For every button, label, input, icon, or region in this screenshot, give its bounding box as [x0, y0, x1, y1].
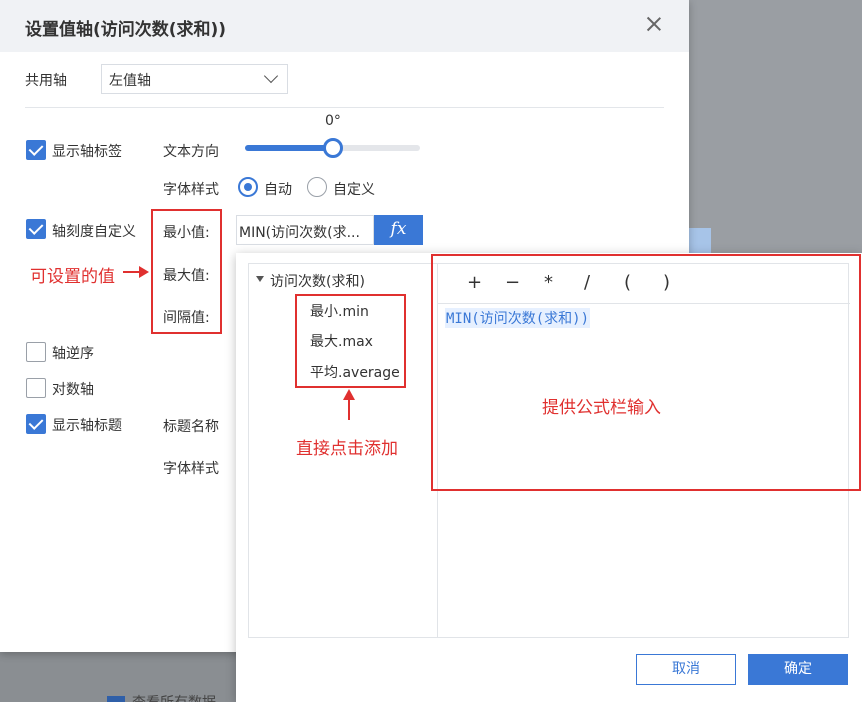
shared-axis-select[interactable]: 左值轴	[101, 64, 288, 94]
show-axis-label-checkbox[interactable]	[26, 140, 46, 160]
caret-down-icon[interactable]	[256, 276, 264, 282]
arrow-up-icon	[343, 389, 355, 400]
annotation-formula-input: 提供公式栏输入	[542, 398, 661, 418]
background-panel	[689, 0, 862, 253]
annotation-click-to-add: 直接点击添加	[296, 439, 398, 459]
arrow-right-icon	[139, 266, 149, 278]
annotation-settable-values: 可设置的值	[30, 267, 115, 287]
font-style-auto-radio[interactable]	[238, 177, 258, 197]
checkbox-icon[interactable]	[107, 696, 125, 702]
annotation-arrow-up	[348, 398, 350, 420]
slider-thumb[interactable]	[322, 138, 343, 158]
fx-button[interactable]: fx	[374, 215, 423, 245]
font-style-auto-label: 自动	[264, 182, 292, 198]
text-direction-label: 文本方向	[163, 144, 219, 160]
chevron-down-icon	[263, 68, 279, 84]
dialog-title: 设置值轴(访问次数(求和))	[25, 20, 227, 40]
shared-axis-value: 左值轴	[109, 73, 151, 89]
font-style-custom-radio[interactable]	[307, 177, 327, 197]
close-icon[interactable]	[644, 14, 664, 34]
custom-scale-checkbox[interactable]	[26, 219, 46, 239]
slider-fill	[245, 145, 333, 151]
ok-button[interactable]: 确定	[748, 654, 848, 685]
show-axis-title-label: 显示轴标题	[52, 418, 122, 434]
text-direction-angle: 0°	[325, 113, 341, 129]
background-bottom-text: 查看所有数据	[132, 692, 216, 702]
tree-root-item[interactable]: 访问次数(求和)	[270, 271, 365, 291]
reverse-axis-label: 轴逆序	[52, 346, 94, 362]
show-axis-title-checkbox[interactable]	[26, 414, 46, 434]
shared-axis-label: 共用轴	[25, 73, 67, 89]
annotation-box-formula	[431, 254, 861, 491]
min-value-text: MIN(访问次数(求...	[239, 225, 360, 241]
background-panel-strip	[689, 228, 711, 253]
min-value-input[interactable]: MIN(访问次数(求...	[236, 215, 374, 245]
reverse-axis-checkbox[interactable]	[26, 342, 46, 362]
annotation-box-functions	[295, 294, 406, 388]
title-name-label: 标题名称	[163, 419, 219, 435]
font-style-custom-label: 自定义	[333, 182, 375, 198]
log-axis-checkbox[interactable]	[26, 378, 46, 398]
font-style-label: 字体样式	[163, 182, 219, 198]
log-axis-label: 对数轴	[52, 382, 94, 398]
divider	[25, 107, 664, 108]
show-axis-label-text: 显示轴标签	[52, 144, 122, 160]
cancel-button[interactable]: 取消	[636, 654, 736, 685]
title-font-style-label: 字体样式	[163, 461, 219, 477]
annotation-box-labels	[151, 209, 222, 334]
custom-scale-label: 轴刻度自定义	[52, 224, 136, 240]
